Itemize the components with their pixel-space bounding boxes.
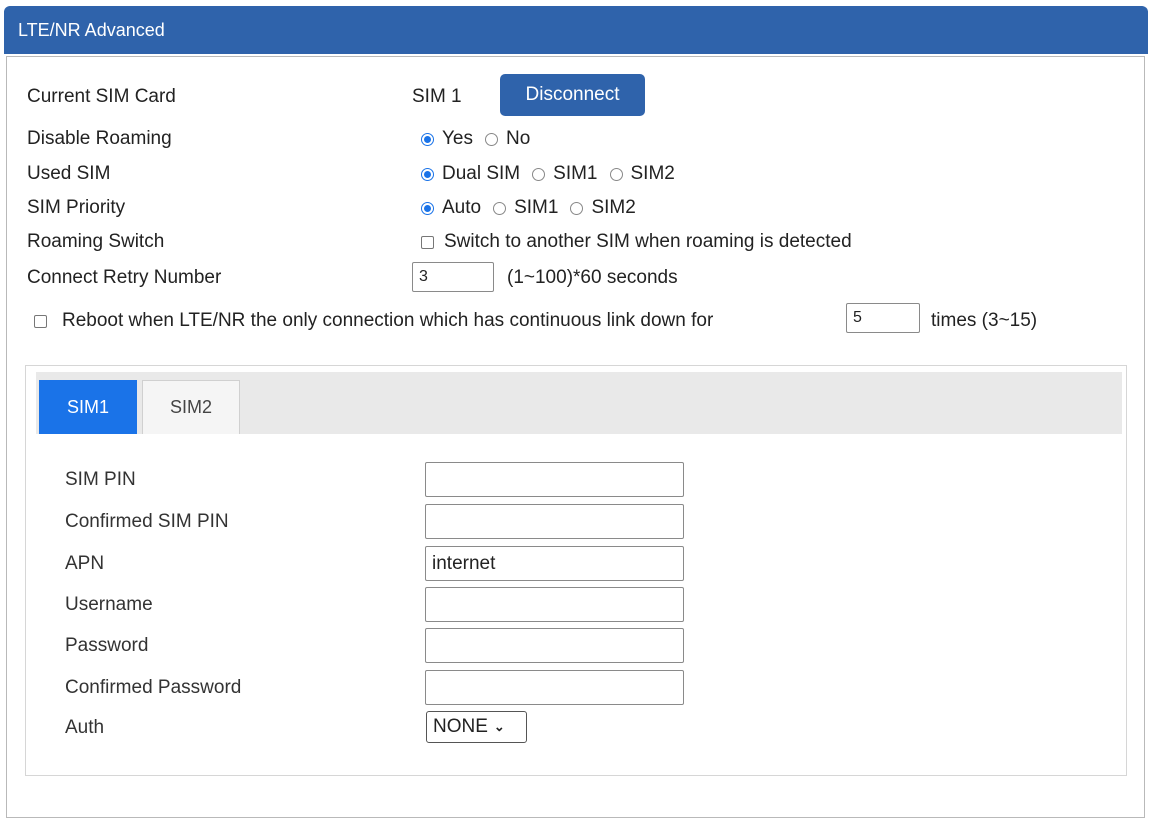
auth-label: Auth	[65, 717, 105, 738]
connect-retry-label: Connect Retry Number	[27, 267, 222, 288]
disable-roaming-radio-group: Yes No	[421, 128, 542, 150]
password-label: Password	[65, 635, 149, 656]
used-sim-dual-option[interactable]: Dual SIM	[421, 163, 520, 185]
panel-title: LTE/NR Advanced	[18, 20, 165, 40]
disable-roaming-no-option[interactable]: No	[485, 128, 530, 150]
reboot-hint: times (3~15)	[931, 310, 1038, 331]
radio-priority-sim2[interactable]	[570, 201, 584, 215]
sim-priority-label: SIM Priority	[27, 197, 126, 218]
sim-settings-box: SIM1 SIM2 SIM PIN Confirmed SIM PIN APN …	[25, 365, 1127, 776]
used-sim-radio-group: Dual SIM SIM1 SIM2	[421, 163, 687, 185]
radio-sim2[interactable]	[609, 167, 623, 181]
sim-tab-strip: SIM1 SIM2	[36, 372, 1122, 434]
connect-retry-hint: (1~100)*60 seconds	[507, 267, 678, 288]
radio-dual-sim[interactable]	[421, 167, 434, 181]
confirmed-password-label: Confirmed Password	[65, 677, 242, 698]
connect-retry-input[interactable]: 3	[412, 262, 494, 292]
sim-pin-label: SIM PIN	[65, 469, 136, 490]
confirmed-sim-pin-input[interactable]	[425, 504, 684, 539]
disable-roaming-yes-option[interactable]: Yes	[421, 128, 473, 150]
sim-priority-sim2-option[interactable]: SIM2	[570, 197, 636, 219]
radio-auto[interactable]	[421, 201, 434, 215]
current-sim-value: SIM 1	[412, 86, 462, 107]
tab-sim1[interactable]: SIM1	[39, 380, 137, 434]
roaming-switch-checkbox-label: Switch to another SIM when roaming is de…	[444, 231, 852, 252]
username-input[interactable]	[425, 587, 684, 622]
radio-priority-sim1[interactable]	[493, 201, 507, 215]
auth-select-value: NONE	[433, 716, 488, 737]
radio-yes[interactable]	[421, 132, 434, 146]
used-sim-label: Used SIM	[27, 163, 111, 184]
auth-select[interactable]: NONE ⌄	[426, 711, 527, 743]
apn-input[interactable]: internet	[425, 546, 684, 581]
sim-pin-input[interactable]	[425, 462, 684, 497]
tab-sim2[interactable]: SIM2	[142, 380, 240, 434]
panel-header: LTE/NR Advanced	[4, 6, 1148, 54]
reboot-checkbox[interactable]	[34, 314, 47, 328]
roaming-switch-label: Roaming Switch	[27, 231, 165, 252]
disconnect-button[interactable]: Disconnect	[500, 74, 645, 116]
apn-label: APN	[65, 553, 105, 574]
password-input[interactable]	[425, 628, 684, 663]
reboot-row: Reboot when LTE/NR the only connection w…	[34, 310, 713, 332]
current-sim-label: Current SIM Card	[27, 86, 176, 107]
sim-priority-auto-option[interactable]: Auto	[421, 197, 481, 219]
username-label: Username	[65, 594, 153, 615]
used-sim-sim1-option[interactable]: SIM1	[532, 163, 598, 185]
reboot-label: Reboot when LTE/NR the only connection w…	[62, 310, 714, 331]
sim-priority-sim1-option[interactable]: SIM1	[493, 197, 558, 219]
confirmed-password-input[interactable]	[425, 670, 684, 705]
disable-roaming-label: Disable Roaming	[27, 128, 172, 149]
roaming-switch-row: Switch to another SIM when roaming is de…	[421, 231, 852, 253]
radio-no[interactable]	[485, 132, 498, 146]
radio-sim1[interactable]	[532, 167, 546, 181]
chevron-down-icon: ⌄	[493, 719, 505, 734]
confirmed-sim-pin-label: Confirmed SIM PIN	[65, 511, 229, 532]
used-sim-sim2-option[interactable]: SIM2	[609, 163, 675, 185]
reboot-times-input[interactable]: 5	[846, 303, 920, 333]
roaming-switch-checkbox[interactable]	[421, 235, 434, 249]
sim-priority-radio-group: Auto SIM1 SIM2	[421, 197, 648, 219]
